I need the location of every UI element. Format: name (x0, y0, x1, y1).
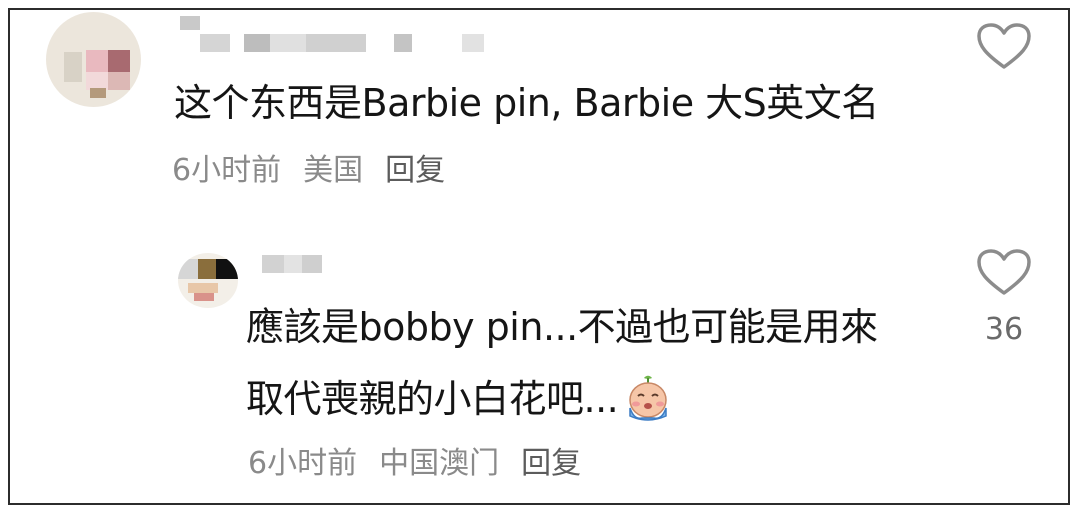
comment-text-2-line-2: 取代喪親的小白花吧... (246, 374, 672, 424)
reply-button[interactable]: 回复 (385, 145, 445, 189)
reply-button[interactable]: 回复 (521, 438, 581, 482)
like-count: 36 (984, 312, 1024, 347)
heart-outline-icon[interactable] (976, 248, 1032, 298)
comment-meta-2: 6小时前 中国澳门 回复 (248, 438, 581, 482)
comment-text-1: 这个东西是Barbie pin, Barbie 大S英文名 (174, 81, 879, 125)
comment-time: 6小时前 (248, 446, 358, 481)
avatar-commenter-2[interactable] (178, 253, 238, 308)
comment-thread: 这个东西是Barbie pin, Barbie 大S英文名 6小时前 美国 回复… (8, 8, 1070, 505)
heart-outline-icon[interactable] (976, 22, 1032, 72)
comment-location: 美国 (303, 153, 364, 188)
crying-face-emoji-icon (629, 375, 667, 421)
comment-location: 中国澳门 (379, 446, 500, 481)
comment-meta-1: 6小时前 美国 回复 (172, 145, 445, 189)
comment-time: 6小时前 (172, 153, 282, 188)
username-blurred-1[interactable] (178, 16, 518, 56)
username-blurred-2[interactable] (260, 253, 340, 275)
comment-text-2-line-2-text: 取代喪親的小白花吧... (246, 377, 619, 421)
comment-text-2-line-1: 應該是bobby pin...不過也可能是用來 (246, 305, 878, 349)
avatar-commenter-1[interactable] (46, 12, 141, 107)
